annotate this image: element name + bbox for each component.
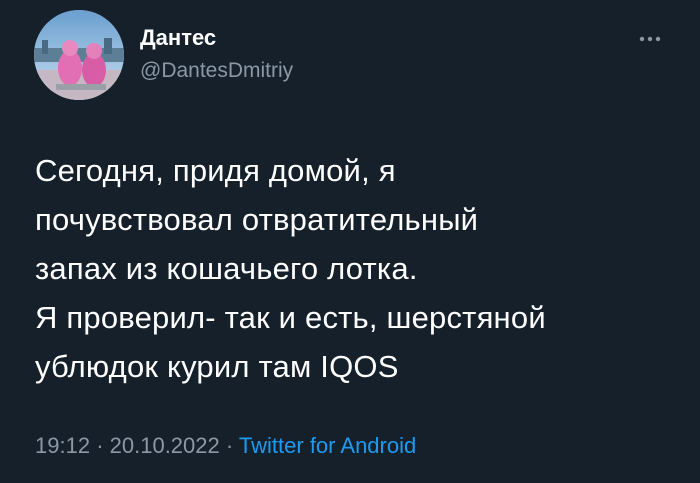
tweet-time[interactable]: 19:12 bbox=[35, 433, 90, 458]
avatar[interactable] bbox=[34, 10, 124, 100]
display-name[interactable]: Дантес bbox=[140, 24, 216, 52]
tweet-date[interactable]: 20.10.2022 bbox=[110, 433, 220, 458]
avatar-image bbox=[34, 10, 124, 100]
meta-separator: · bbox=[96, 433, 104, 458]
tweet-source-link[interactable]: Twitter for Android bbox=[239, 433, 416, 458]
tweet-text: Сегодня, придя домой, я почувствовал отв… bbox=[35, 153, 546, 384]
username-handle[interactable]: @DantesDmitriy bbox=[140, 58, 293, 84]
more-options-icon[interactable] bbox=[633, 29, 667, 49]
meta-separator: · bbox=[225, 433, 234, 458]
tweet-card: Дантес @DantesDmitriy Сегодня, придя дом… bbox=[0, 0, 700, 483]
tweet-meta: 19:12 · 20.10.2022 · Twitter for Android bbox=[35, 432, 416, 460]
